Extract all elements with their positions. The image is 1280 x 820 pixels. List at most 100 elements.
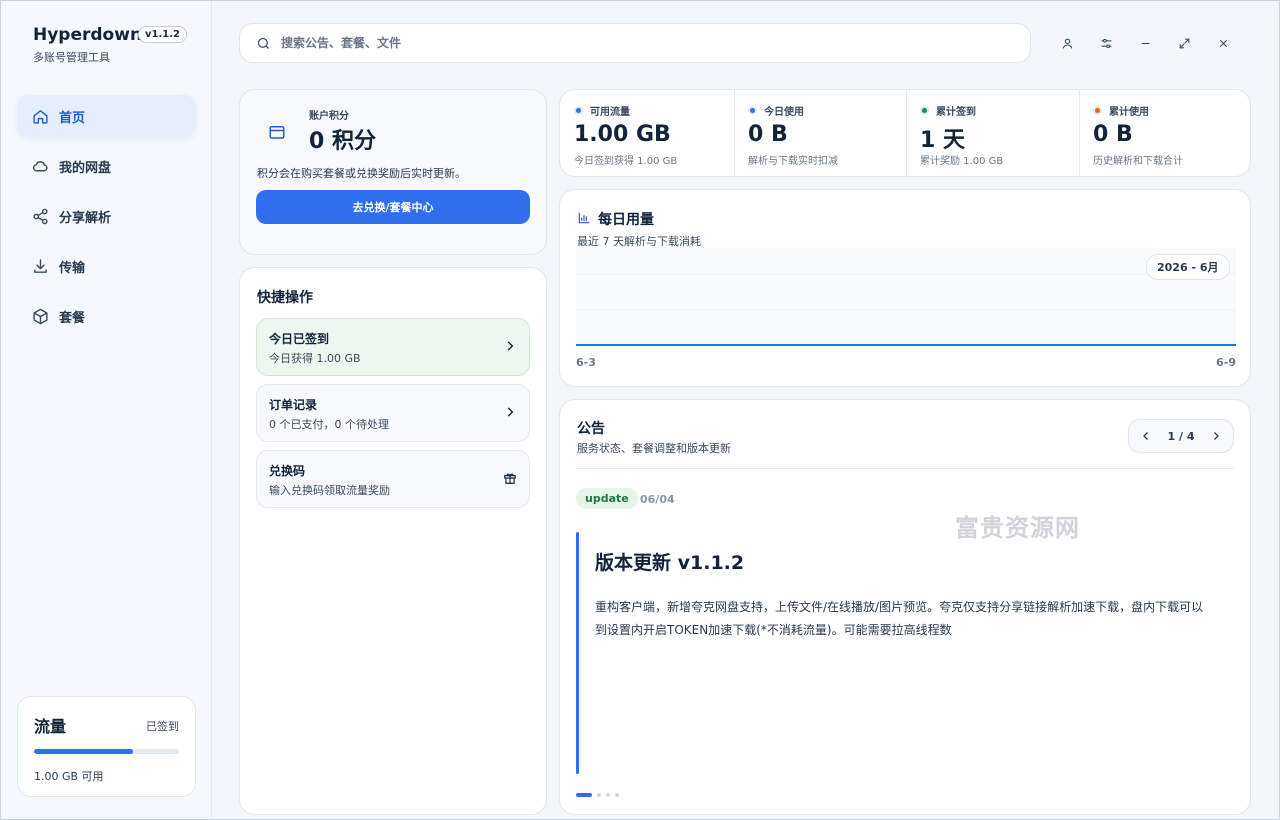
download-icon <box>31 257 49 275</box>
stat-value: 0 B <box>1093 122 1133 147</box>
stat-value: 1 天 <box>920 128 965 153</box>
stat-total-checkins: 累计签到 1 天 累计奖励 1.00 GB <box>906 90 1079 176</box>
traffic-card: 流量 已签到 1.00 GB 可用 <box>17 696 196 797</box>
quick-item-subtitle: 今日获得 1.00 GB <box>269 352 361 365</box>
user-icon <box>1062 38 1072 49</box>
search-icon <box>257 37 269 49</box>
chart-plot-area <box>576 248 1236 345</box>
home-icon <box>31 107 49 125</box>
announcement-date: 06/04 <box>640 493 675 506</box>
quick-item-checkin[interactable]: 今日已签到 今日获得 1.00 GB <box>256 318 530 376</box>
app-subtitle: 多账号管理工具 <box>33 51 110 64</box>
quick-actions-title: 快捷操作 <box>257 290 313 306</box>
stats-card: 可用流量 1.00 GB 今日签到获得 1.00 GB 今日使用 0 B 解析与… <box>559 89 1251 177</box>
chevron-left-icon <box>1143 432 1148 440</box>
sidebar-item-cloud-drive[interactable]: 我的网盘 <box>17 145 196 187</box>
announcement-body: 重构客户端，新增夸克网盘支持，上传文件/在线播放/图片预览。夸克仅支持分享链接解… <box>595 600 1204 637</box>
carousel-dot[interactable] <box>606 793 610 797</box>
stat-subtitle: 累计奖励 1.00 GB <box>920 156 1004 167</box>
quick-item-subtitle: 0 个已支付，0 个待处理 <box>269 418 389 431</box>
bar-chart-icon <box>578 212 590 224</box>
chevron-right-icon <box>507 407 514 417</box>
carousel-dot[interactable] <box>597 793 601 797</box>
traffic-progress-bar <box>34 749 179 754</box>
divider <box>576 468 1234 469</box>
checkin-status: 已签到 <box>146 720 179 733</box>
announcement-card: 公告 服务状态、套餐调整和版本更新 1 / 4 update 06/04 富贵资… <box>559 399 1251 815</box>
daily-usage-subtitle: 最近 7 天解析与下载消耗 <box>577 235 701 248</box>
app-window: Hyperdown v1.1.2 多账号管理工具 首页 我的网盘 分享解析 传输… <box>0 0 1280 820</box>
traffic-available: 1.00 GB 可用 <box>34 770 104 783</box>
settings-button[interactable] <box>1090 29 1122 57</box>
announcement-subtitle: 服务状态、套餐调整和版本更新 <box>577 442 731 455</box>
stat-label: 累计使用 <box>1109 107 1149 118</box>
sidebar-nav: 首页 我的网盘 分享解析 传输 套餐 <box>17 95 196 345</box>
stat-subtitle: 历史解析和下载合计 <box>1093 156 1183 167</box>
carousel-dot[interactable] <box>576 793 592 797</box>
chart-x-tick-label: 6-3 <box>576 356 596 368</box>
points-description: 积分会在购买套餐或兑换奖励后实时更新。 <box>257 167 466 180</box>
sidebar-item-share-parse[interactable]: 分享解析 <box>17 195 196 237</box>
announcement-headline: 版本更新 v1.1.2 <box>595 552 745 574</box>
settings-sliders-icon <box>1101 38 1111 48</box>
status-dot <box>574 106 583 115</box>
status-dot <box>748 106 757 115</box>
window-controls <box>1051 29 1246 57</box>
daily-usage-title: 每日用量 <box>598 212 654 228</box>
sidebar-item-label: 分享解析 <box>59 210 112 226</box>
quick-item-subtitle: 输入兑换码领取流量奖励 <box>269 484 390 497</box>
prev-page-button[interactable] <box>1139 429 1153 443</box>
page-indicator: 1 / 4 <box>1167 429 1195 443</box>
stat-label: 累计签到 <box>936 107 976 118</box>
month-badge[interactable]: 2026 - 6月 <box>1146 254 1230 280</box>
package-icon <box>31 307 49 325</box>
status-dot <box>920 106 929 115</box>
share-icon <box>31 207 49 225</box>
account-button[interactable] <box>1051 29 1083 57</box>
sidebar-item-label: 我的网盘 <box>59 160 112 176</box>
quick-item-title: 兑换码 <box>269 464 306 478</box>
chevron-right-icon <box>507 341 514 351</box>
traffic-progress-fill <box>34 749 133 754</box>
announcement-accent-bar <box>576 532 579 774</box>
cloud-icon <box>31 157 49 175</box>
maximize-icon <box>1179 38 1189 48</box>
quick-item-title: 今日已签到 <box>269 332 330 346</box>
sidebar-item-label: 首页 <box>59 110 86 126</box>
stat-value: 0 B <box>748 122 788 147</box>
maximize-button[interactable] <box>1168 29 1200 57</box>
app-title: Hyperdown <box>33 25 143 45</box>
close-icon <box>1219 39 1227 47</box>
stat-subtitle: 解析与下载实时扣减 <box>748 156 838 167</box>
status-dot <box>1093 106 1102 115</box>
version-badge: v1.1.2 <box>138 26 187 43</box>
minimize-button[interactable] <box>1129 29 1161 57</box>
stat-label: 今日使用 <box>764 107 804 118</box>
sidebar-item-transfer[interactable]: 传输 <box>17 245 196 287</box>
sidebar-item-home[interactable]: 首页 <box>17 95 196 137</box>
sidebar: Hyperdown v1.1.2 多账号管理工具 首页 我的网盘 分享解析 传输… <box>1 1 212 819</box>
watermark: 富贵资源网 <box>955 514 1080 542</box>
announcement-title: 公告 <box>577 421 605 437</box>
sidebar-item-label: 传输 <box>59 260 86 276</box>
quick-item-orders[interactable]: 订单记录 0 个已支付，0 个待处理 <box>256 384 530 442</box>
points-value: 0 积分 <box>309 129 376 154</box>
quick-item-title: 订单记录 <box>269 398 318 412</box>
carousel-dot[interactable] <box>615 793 619 797</box>
search-bar[interactable] <box>239 23 1031 63</box>
redeem-center-button[interactable]: 去兑换/套餐中心 <box>256 190 530 224</box>
carousel-dots <box>576 793 624 797</box>
announcement-tag: update <box>576 488 638 509</box>
stat-available-traffic: 可用流量 1.00 GB 今日签到获得 1.00 GB <box>560 90 734 176</box>
close-button[interactable] <box>1207 29 1239 57</box>
announcement-pager: 1 / 4 <box>1128 419 1234 453</box>
next-page-button[interactable] <box>1209 429 1223 443</box>
search-input[interactable] <box>281 36 981 50</box>
chevron-right-icon <box>1214 432 1219 440</box>
sidebar-item-package[interactable]: 套餐 <box>17 295 196 337</box>
minimize-icon <box>1141 42 1149 44</box>
points-label: 账户积分 <box>309 111 349 122</box>
chart-x-tick-label: 6-9 <box>1216 356 1236 368</box>
quick-item-redeem-code[interactable]: 兑换码 输入兑换码领取流量奖励 <box>256 450 530 508</box>
daily-usage-chart: 6-3 6-9 <box>576 248 1236 368</box>
